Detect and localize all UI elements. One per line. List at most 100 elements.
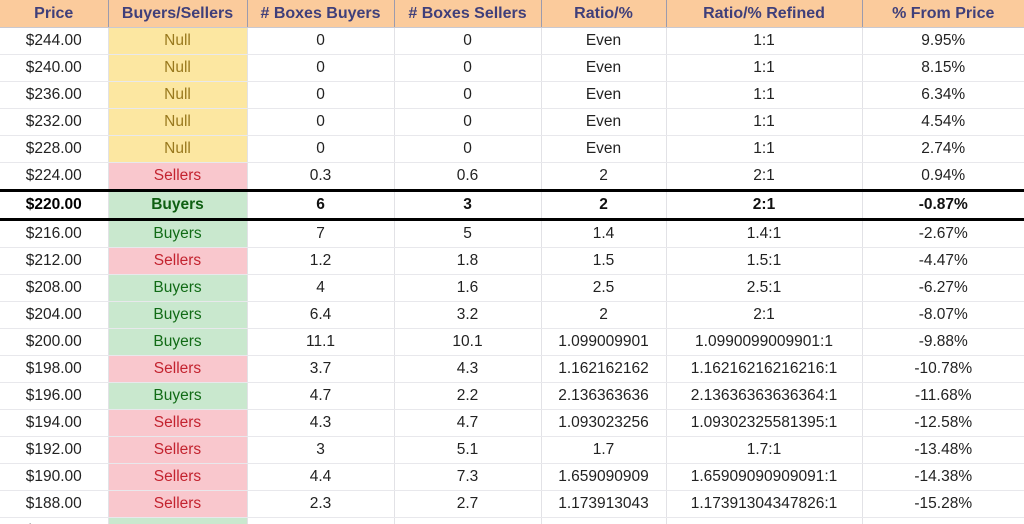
cell-ratio_ref[interactable]: 1:1 xyxy=(666,54,863,82)
cell-status[interactable]: Buyers xyxy=(108,328,248,356)
cell-price[interactable]: $208.00 xyxy=(0,274,109,302)
cell-status[interactable]: Sellers xyxy=(108,162,248,191)
cell-price[interactable]: $198.00 xyxy=(0,355,109,383)
cell-from_price[interactable]: 8.15% xyxy=(862,54,1024,82)
cell-boxes_buy[interactable]: 4 xyxy=(247,274,395,302)
table-row[interactable]: $244.00 Null 0 0 Even 1:1 9.95% xyxy=(0,27,1024,55)
cell-ratio[interactable]: 2.136363636 xyxy=(541,382,667,410)
cell-boxes_buy[interactable]: 4.3 xyxy=(247,409,395,437)
cell-status[interactable]: Buyers xyxy=(108,189,248,221)
cell-from_price[interactable]: -15.28% xyxy=(862,490,1024,518)
cell-ratio_ref[interactable]: 1:1 xyxy=(666,81,863,109)
cell-status[interactable]: Null xyxy=(108,54,248,82)
cell-price[interactable]: $194.00 xyxy=(0,409,109,437)
cell-status[interactable]: Sellers xyxy=(108,355,248,383)
cell-ratio[interactable]: 1.093023256 xyxy=(541,409,667,437)
cell-price[interactable]: $232.00 xyxy=(0,108,109,136)
cell-from_price[interactable]: 6.34% xyxy=(862,81,1024,109)
cell-boxes_buy[interactable]: 3.7 xyxy=(247,355,395,383)
table-row[interactable]: $186.00Buyers1.71.21.4166666671.41666666… xyxy=(0,517,1024,524)
cell-ratio[interactable]: 2 xyxy=(541,162,667,191)
cell-boxes_buy[interactable]: 0 xyxy=(247,27,395,55)
cell-boxes_sell[interactable]: 0 xyxy=(394,135,542,163)
cell-boxes_sell[interactable]: 0.6 xyxy=(394,162,542,191)
cell-boxes_buy[interactable]: 1.7 xyxy=(247,517,395,524)
cell-price[interactable]: $212.00 xyxy=(0,247,109,275)
cell-from_price[interactable]: -0.87% xyxy=(862,189,1024,221)
cell-from_price[interactable]: -4.47% xyxy=(862,247,1024,275)
cell-ratio[interactable]: 1.173913043 xyxy=(541,490,667,518)
cell-price[interactable]: $228.00 xyxy=(0,135,109,163)
table-row[interactable]: $216.00 Buyers 7 5 1.4 1.4:1 -2.67% xyxy=(0,219,1024,248)
cell-status[interactable]: Buyers xyxy=(108,517,248,524)
cell-boxes_buy[interactable]: 0 xyxy=(247,54,395,82)
cell-ratio_ref[interactable]: 2:1 xyxy=(666,301,863,329)
cell-from_price[interactable]: -14.38% xyxy=(862,463,1024,491)
table-row[interactable]: $208.00 Buyers 4 1.6 2.5 2.5:1 -6.27% xyxy=(0,274,1024,302)
table-row[interactable]: $190.00 Sellers 4.4 7.3 1.659090909 1.6590909… xyxy=(0,463,1024,491)
column-header-price[interactable]: Price xyxy=(0,0,109,28)
table-row[interactable]: $194.00 Sellers 4.3 4.7 1.093023256 1.0930232… xyxy=(0,409,1024,437)
column-header-boxes_buy[interactable]: # Boxes Buyers xyxy=(247,0,395,28)
cell-boxes_buy[interactable]: 7 xyxy=(247,219,395,248)
cell-boxes_buy[interactable]: 0 xyxy=(247,108,395,136)
cell-ratio[interactable]: 2 xyxy=(541,189,667,221)
cell-from_price[interactable]: -12.58% xyxy=(862,409,1024,437)
table-row[interactable]: $220.00 Buyers 6 3 2 2:1 -0.87% xyxy=(0,189,1024,221)
cell-price[interactable]: $216.00 xyxy=(0,219,109,248)
cell-boxes_buy[interactable]: 2.3 xyxy=(247,490,395,518)
cell-boxes_buy[interactable]: 0 xyxy=(247,81,395,109)
cell-boxes_buy[interactable]: 0 xyxy=(247,135,395,163)
cell-ratio_ref[interactable]: 1.16216216216216:1 xyxy=(666,355,863,383)
cell-boxes_sell[interactable]: 0 xyxy=(394,81,542,109)
table-row[interactable]: $228.00 Null 0 0 Even 1:1 2.74% xyxy=(0,135,1024,163)
cell-boxes_buy[interactable]: 4.4 xyxy=(247,463,395,491)
cell-ratio[interactable]: Even xyxy=(541,135,667,163)
cell-ratio[interactable]: 1.659090909 xyxy=(541,463,667,491)
cell-from_price[interactable]: -16.19% xyxy=(862,517,1024,524)
cell-boxes_buy[interactable]: 0.3 xyxy=(247,162,395,191)
cell-ratio_ref[interactable]: 1:1 xyxy=(666,27,863,55)
cell-boxes_buy[interactable]: 6.4 xyxy=(247,301,395,329)
table-row[interactable]: $232.00 Null 0 0 Even 1:1 4.54% xyxy=(0,108,1024,136)
cell-from_price[interactable]: -9.88% xyxy=(862,328,1024,356)
cell-status[interactable]: Null xyxy=(108,27,248,55)
cell-status[interactable]: Sellers xyxy=(108,463,248,491)
cell-ratio[interactable]: 1.099009901 xyxy=(541,328,667,356)
cell-price[interactable]: $240.00 xyxy=(0,54,109,82)
cell-boxes_sell[interactable]: 4.3 xyxy=(394,355,542,383)
cell-ratio[interactable]: Even xyxy=(541,54,667,82)
cell-ratio[interactable]: Even xyxy=(541,108,667,136)
cell-from_price[interactable]: 2.74% xyxy=(862,135,1024,163)
cell-boxes_sell[interactable]: 0 xyxy=(394,27,542,55)
cell-boxes_sell[interactable]: 3.2 xyxy=(394,301,542,329)
cell-boxes_sell[interactable]: 1.2 xyxy=(394,517,542,524)
cell-price[interactable]: $200.00 xyxy=(0,328,109,356)
cell-ratio_ref[interactable]: 1.41666666666667:1 xyxy=(666,517,863,524)
cell-from_price[interactable]: -8.07% xyxy=(862,301,1024,329)
cell-price[interactable]: $192.00 xyxy=(0,436,109,464)
table-row[interactable]: $236.00 Null 0 0 Even 1:1 6.34% xyxy=(0,81,1024,109)
cell-boxes_buy[interactable]: 4.7 xyxy=(247,382,395,410)
cell-boxes_sell[interactable]: 2.2 xyxy=(394,382,542,410)
cell-from_price[interactable]: -6.27% xyxy=(862,274,1024,302)
cell-boxes_sell[interactable]: 5.1 xyxy=(394,436,542,464)
column-header-ratio[interactable]: Ratio/% xyxy=(541,0,667,28)
cell-price[interactable]: $220.00 xyxy=(0,189,109,221)
cell-boxes_sell[interactable]: 1.8 xyxy=(394,247,542,275)
cell-from_price[interactable]: -13.48% xyxy=(862,436,1024,464)
cell-price[interactable]: $188.00 xyxy=(0,490,109,518)
cell-boxes_sell[interactable]: 4.7 xyxy=(394,409,542,437)
cell-ratio[interactable]: Even xyxy=(541,81,667,109)
column-header-boxes_sell[interactable]: # Boxes Sellers xyxy=(394,0,542,28)
cell-status[interactable]: Buyers xyxy=(108,219,248,248)
column-header-status[interactable]: Buyers/Sellers xyxy=(108,0,248,28)
cell-from_price[interactable]: 9.95% xyxy=(862,27,1024,55)
cell-status[interactable]: Buyers xyxy=(108,382,248,410)
cell-ratio_ref[interactable]: 2:1 xyxy=(666,162,863,191)
column-header-from_price[interactable]: % From Price xyxy=(862,0,1024,28)
cell-ratio_ref[interactable]: 2.5:1 xyxy=(666,274,863,302)
cell-ratio[interactable]: 2 xyxy=(541,301,667,329)
cell-ratio_ref[interactable]: 2.13636363636364:1 xyxy=(666,382,863,410)
cell-ratio_ref[interactable]: 1:1 xyxy=(666,108,863,136)
